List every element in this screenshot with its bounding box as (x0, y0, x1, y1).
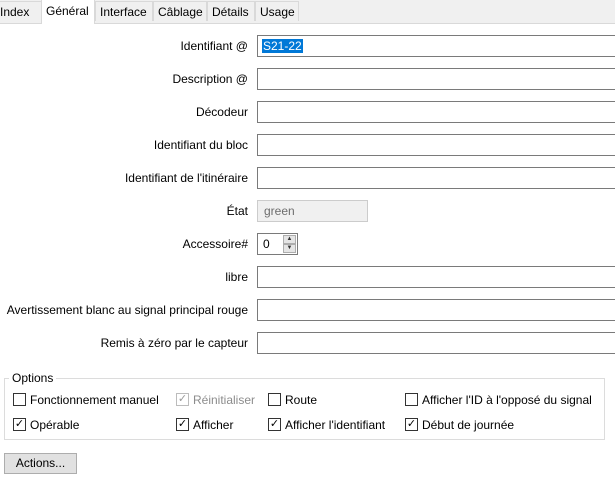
description-label: Description @ (172, 72, 248, 86)
itineraire-input[interactable] (257, 167, 615, 189)
checkbox-label: Afficher l'ID à l'opposé du signal (422, 393, 592, 407)
remis-label: Remis à zéro par le capteur (100, 336, 248, 350)
tab-index[interactable]: Index (0, 1, 43, 21)
spin-down-icon[interactable]: ▼ (283, 244, 296, 253)
identifiant-label: Identifiant @ (180, 39, 248, 53)
checkbox-label: Réinitialiser (193, 393, 256, 407)
tab-general[interactable]: Général (41, 0, 95, 24)
identifiant-value: S21-22 (262, 39, 303, 53)
identifiant-input[interactable]: S21-22 (257, 35, 615, 57)
tab-bar: Index Général Interface Câblage Détails … (0, 0, 615, 24)
check-icon[interactable]: ✓ (176, 393, 189, 406)
libre-input[interactable] (257, 266, 615, 288)
avertissement-input[interactable] (257, 299, 615, 321)
checkbox-label: Afficher l'identifiant (285, 418, 386, 432)
checkbox-label: Fonctionnement manuel (30, 393, 159, 407)
decodeur-label: Décodeur (195, 105, 248, 119)
description-input[interactable] (257, 68, 615, 90)
checkbox-box[interactable] (268, 393, 281, 406)
actions-button[interactable]: Actions... (4, 453, 77, 474)
checkbox-label: Opérable (30, 418, 80, 432)
decodeur-input[interactable] (257, 101, 615, 123)
checkbox-label: Début de journée (422, 418, 515, 432)
accessoire-label: Accessoire# (182, 237, 248, 251)
check-icon[interactable]: ✓ (405, 418, 418, 431)
check-icon[interactable]: ✓ (13, 418, 26, 431)
avertissement-label: Avertissement blanc au signal principal … (6, 303, 248, 317)
accessoire-value: 0 (263, 237, 270, 251)
tab-usage[interactable]: Usage (255, 1, 299, 21)
spin-up-icon[interactable]: ▲ (283, 235, 296, 244)
etat-label: État (226, 204, 248, 218)
checkbox-box[interactable] (405, 393, 418, 406)
checkbox-label: Afficher (193, 418, 234, 432)
checkbox-label: Route (285, 393, 318, 407)
tab-interface[interactable]: Interface (95, 1, 153, 21)
tab-cablage[interactable]: Câblage (153, 1, 207, 21)
tab-details[interactable]: Détails (207, 1, 255, 21)
options-title: Options (9, 371, 57, 385)
remis-input[interactable] (257, 332, 615, 354)
check-icon[interactable]: ✓ (268, 418, 281, 431)
check-icon[interactable]: ✓ (176, 418, 189, 431)
accessoire-spinner[interactable]: 0 ▲ ▼ (257, 233, 298, 255)
etat-field: green (257, 200, 368, 222)
bloc-label: Identifiant du bloc (153, 138, 248, 152)
checkbox-box[interactable] (13, 393, 26, 406)
itineraire-label: Identifiant de l'itinéraire (124, 171, 248, 185)
libre-label: libre (225, 270, 248, 284)
bloc-input[interactable] (257, 134, 615, 156)
